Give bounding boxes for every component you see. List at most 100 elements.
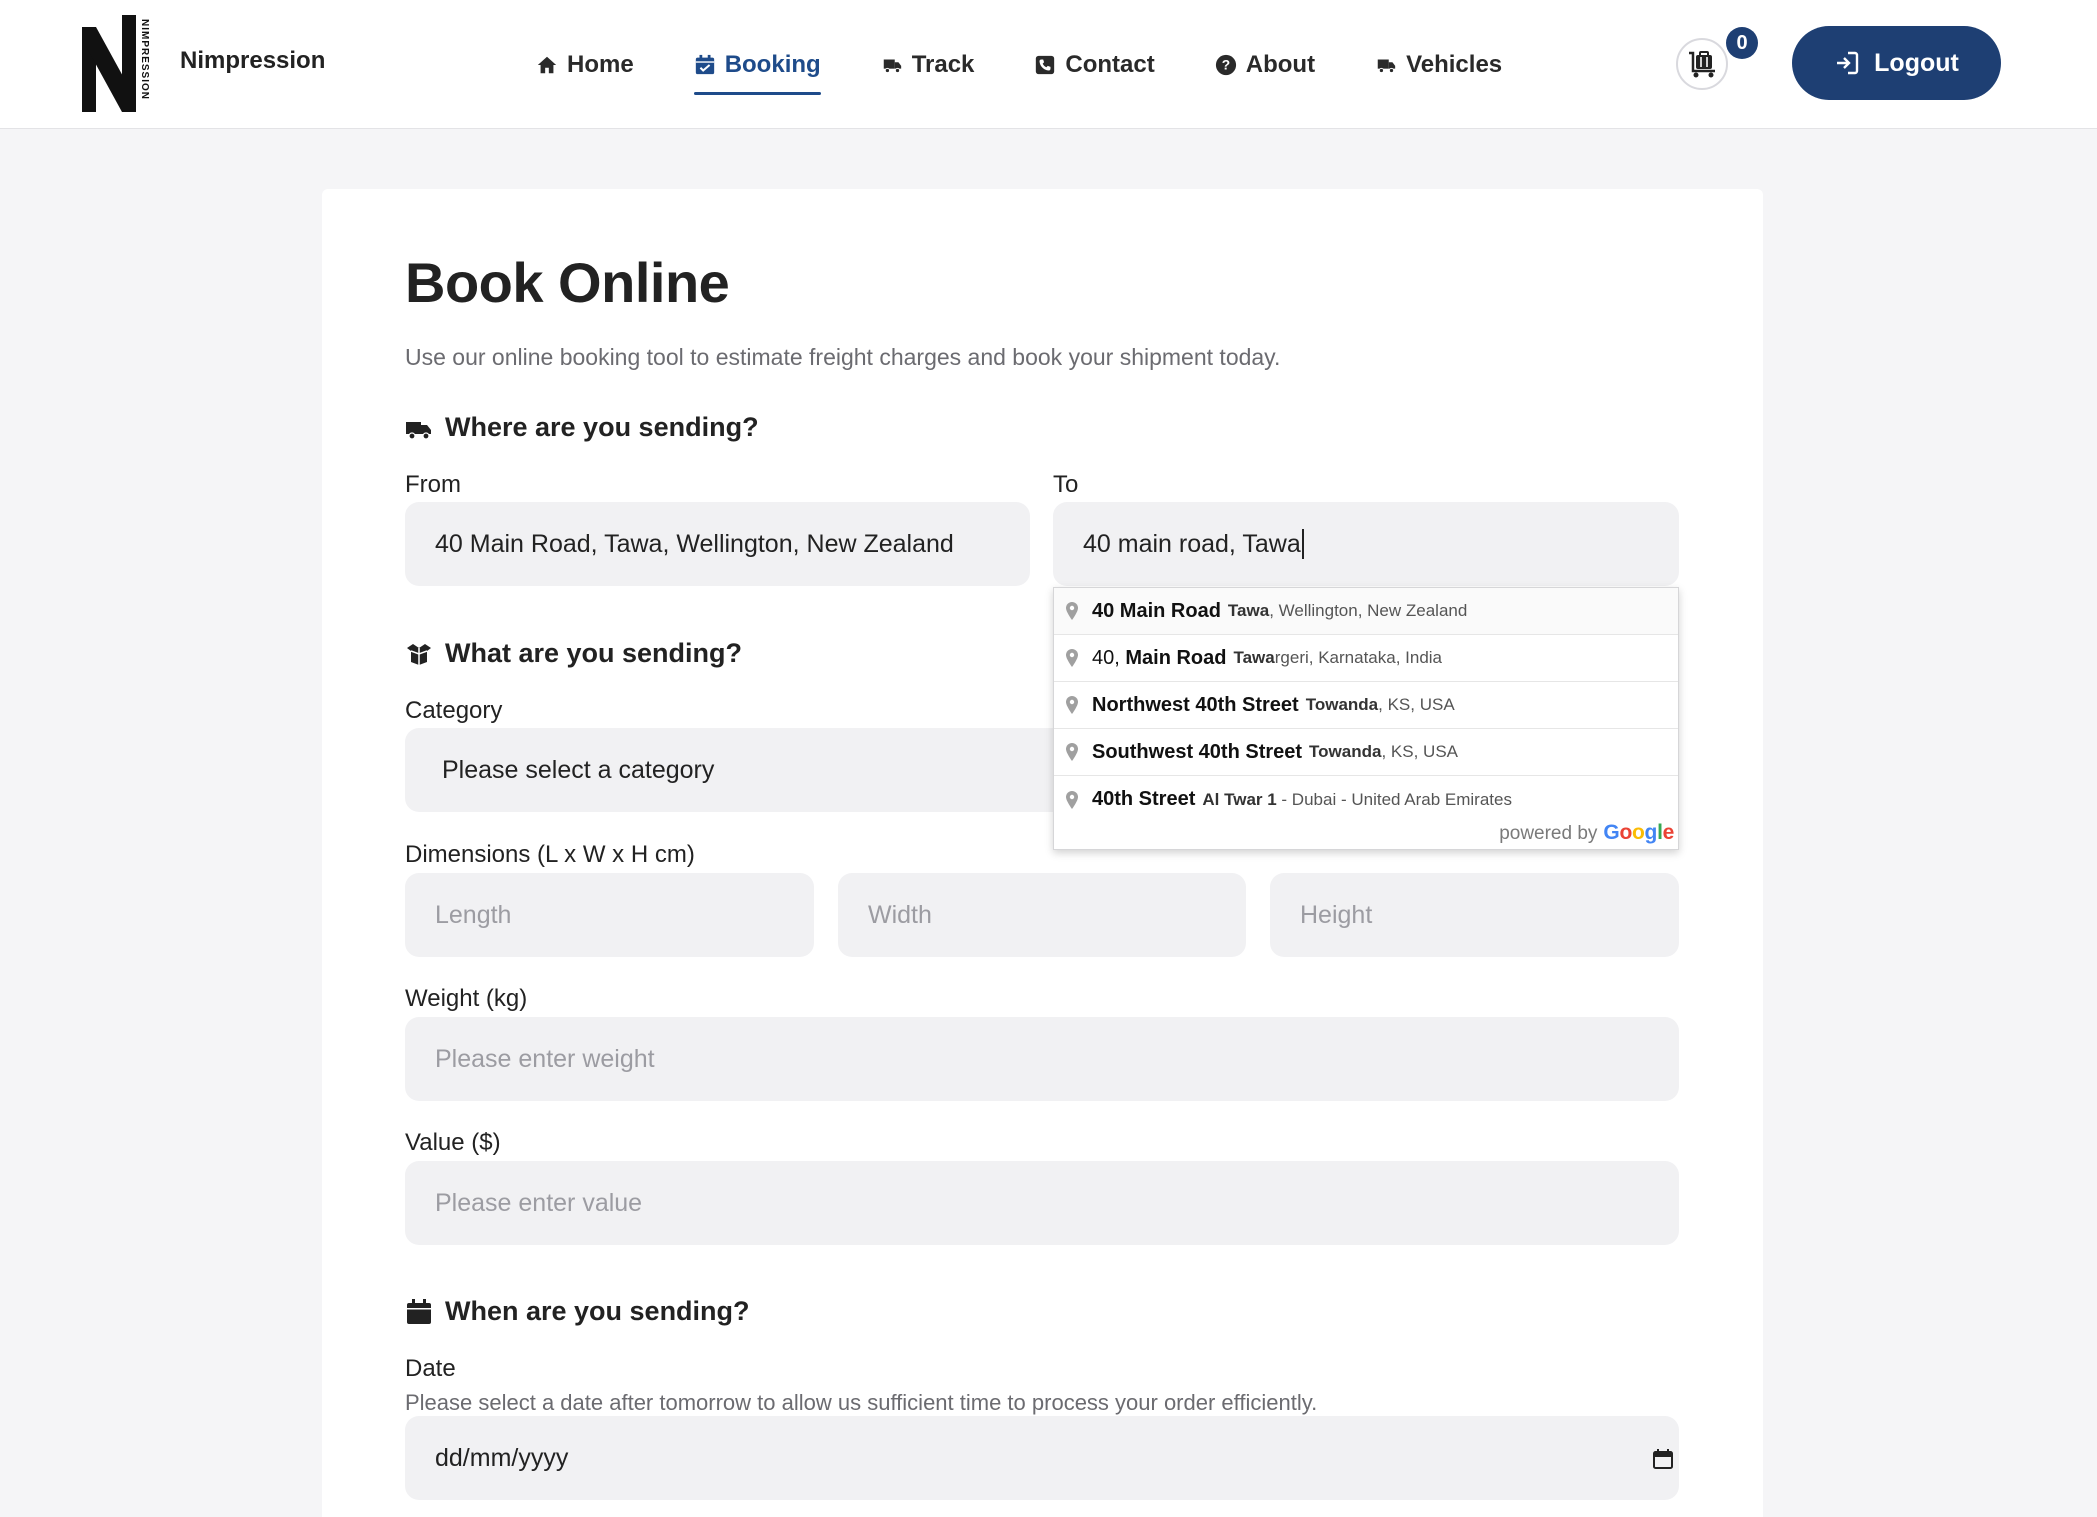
svg-text:?: ?	[1222, 57, 1230, 72]
map-pin-icon	[1066, 602, 1078, 620]
nav-vehicles[interactable]: Vehicles	[1375, 35, 1502, 95]
suggestion-match: Towanda	[1309, 742, 1382, 761]
text-cursor	[1301, 529, 1304, 559]
nav-track-label: Track	[911, 50, 975, 78]
to-field[interactable]: 40 main road, Tawa	[1053, 502, 1679, 586]
suggestion-match: Tawa	[1227, 601, 1270, 620]
map-pin-icon	[1066, 743, 1078, 761]
question-circle-icon: ?	[1215, 54, 1236, 75]
suggestion-rest: , Wellington, New Zealand	[1269, 601, 1468, 620]
suggestion-match: Towanda	[1305, 695, 1379, 714]
to-value: 40 main road, Tawa	[1083, 529, 1301, 558]
nav-contact-label: Contact	[1065, 50, 1155, 78]
nav-track[interactable]: Track	[881, 35, 975, 95]
logo-wordmark: NIMPRESSION	[139, 19, 150, 100]
nav-booking[interactable]: Booking	[693, 35, 821, 95]
nav-booking-label: Booking	[724, 50, 821, 78]
powered-by-text: powered by	[1499, 823, 1598, 844]
category-label: Category	[405, 697, 503, 724]
length-input[interactable]: Length	[405, 873, 814, 957]
brand-name[interactable]: Nimpression	[180, 47, 325, 75]
suggestion-rest: , KS, USA	[1378, 695, 1455, 714]
category-value: Please select a category	[442, 755, 715, 784]
suggestion-secondary-text: Al Twar 1 - Dubai - United Arab Emirates	[1202, 790, 1512, 810]
date-input[interactable]: dd/mm/yyyy	[405, 1416, 1679, 1500]
height-placeholder: Height	[1300, 900, 1373, 929]
autocomplete-suggestion[interactable]: 40th Street Al Twar 1 - Dubai - United A…	[1054, 776, 1678, 823]
top-navbar: NIMPRESSION Nimpression Home Booking Tra…	[0, 0, 2097, 129]
suggestion-main-prefix: 40,	[1092, 646, 1126, 669]
map-pin-icon	[1066, 790, 1078, 809]
nimpression-logo[interactable]: NIMPRESSION	[82, 15, 152, 112]
to-label: To	[1053, 471, 1079, 498]
from-label: From	[405, 471, 461, 498]
luggage-cart-icon	[1689, 51, 1715, 78]
logout-button[interactable]: Logout	[1792, 26, 2001, 100]
where-heading-text: Where are you sending?	[445, 412, 759, 442]
address-autocomplete-dropdown: 40 Main Road Tawa, Wellington, New Zeala…	[1053, 587, 1679, 850]
calendar-picker-icon[interactable]	[1652, 1448, 1674, 1470]
nav-home-label: Home	[567, 50, 634, 78]
what-section-heading: What are you sending?	[405, 638, 742, 669]
truck-icon	[406, 421, 431, 440]
nav-vehicles-label: Vehicles	[1406, 50, 1503, 78]
suggestion-secondary-text: Towanda, KS, USA	[1306, 695, 1455, 715]
google-logo: Google	[1603, 821, 1674, 844]
suggestion-main-match: Main Road	[1125, 646, 1227, 669]
autocomplete-suggestion[interactable]: Southwest 40th Street Towanda, KS, USA	[1054, 729, 1678, 776]
date-hint: Please select a date after tomorrow to a…	[405, 1390, 1318, 1415]
truck-fast-icon	[1377, 59, 1396, 73]
from-value: 40 Main Road, Tawa, Wellington, New Zeal…	[435, 529, 954, 558]
width-input[interactable]: Width	[838, 873, 1246, 957]
page-title: Book Online	[405, 251, 730, 314]
truck-fast-icon	[883, 59, 901, 73]
calendar-icon	[407, 1298, 431, 1324]
suggestion-main-text: Northwest 40th Street	[1092, 693, 1299, 716]
map-pin-icon	[1066, 696, 1078, 714]
weight-label: Weight (kg)	[405, 985, 528, 1012]
autocomplete-suggestion[interactable]: 40, Main Road Tawargeri, Karnataka, Indi…	[1054, 635, 1678, 682]
date-label: Date	[405, 1355, 456, 1382]
nav-home[interactable]: Home	[536, 35, 634, 95]
cart-button[interactable]	[1676, 38, 1728, 90]
value-placeholder: Please enter value	[435, 1188, 643, 1217]
suggestion-secondary-text: Tawargeri, Karnataka, India	[1233, 648, 1442, 668]
sign-in-icon	[1837, 51, 1859, 75]
powered-by-google: powered by Google	[1499, 821, 1674, 845]
calendar-check-icon	[695, 54, 714, 74]
nav-contact[interactable]: Contact	[1034, 35, 1155, 95]
map-pin-icon	[1066, 649, 1078, 667]
cart-count-badge: 0	[1726, 27, 1758, 59]
box-open-icon	[407, 643, 431, 665]
suggestion-secondary-text: Towanda, KS, USA	[1309, 742, 1458, 762]
autocomplete-suggestion[interactable]: Northwest 40th Street Towanda, KS, USA	[1054, 682, 1678, 729]
suggestion-match: Al Twar 1	[1202, 789, 1277, 809]
weight-placeholder: Please enter weight	[435, 1044, 655, 1073]
main-nav: Home Booking Track Contact ? About Vehic…	[536, 0, 1502, 129]
suggestion-rest: rgeri, Karnataka, India	[1274, 648, 1443, 667]
suggestion-match: Tawa	[1233, 648, 1275, 667]
dimensions-label: Dimensions (L x W x H cm)	[405, 841, 695, 868]
when-section-heading: When are you sending?	[405, 1296, 750, 1327]
suggestion-secondary-text: Tawa, Wellington, New Zealand	[1228, 601, 1467, 621]
width-placeholder: Width	[868, 900, 932, 929]
what-heading-text: What are you sending?	[445, 638, 743, 668]
suggestion-rest: , KS, USA	[1381, 742, 1458, 761]
nav-about[interactable]: ? About	[1215, 35, 1315, 95]
autocomplete-suggestion[interactable]: 40 Main Road Tawa, Wellington, New Zeala…	[1054, 588, 1678, 635]
from-field[interactable]: 40 Main Road, Tawa, Wellington, New Zeal…	[405, 502, 1030, 586]
suggestion-main-text: 40, Main Road	[1092, 647, 1226, 670]
value-label: Value ($)	[405, 1129, 501, 1156]
nav-about-label: About	[1245, 50, 1316, 78]
logout-label: Logout	[1874, 48, 1959, 77]
page-subtitle: Use our online booking tool to estimate …	[405, 344, 1281, 370]
weight-input[interactable]: Please enter weight	[405, 1017, 1679, 1101]
height-input[interactable]: Height	[1270, 873, 1679, 957]
value-input[interactable]: Please enter value	[405, 1161, 1679, 1245]
phone-icon	[1036, 55, 1055, 74]
home-icon	[537, 56, 557, 73]
where-section-heading: Where are you sending?	[405, 412, 759, 443]
length-placeholder: Length	[435, 900, 512, 929]
suggestion-main-text: 40th Street	[1092, 788, 1196, 810]
suggestion-rest: - Dubai - United Arab Emirates	[1276, 789, 1512, 809]
